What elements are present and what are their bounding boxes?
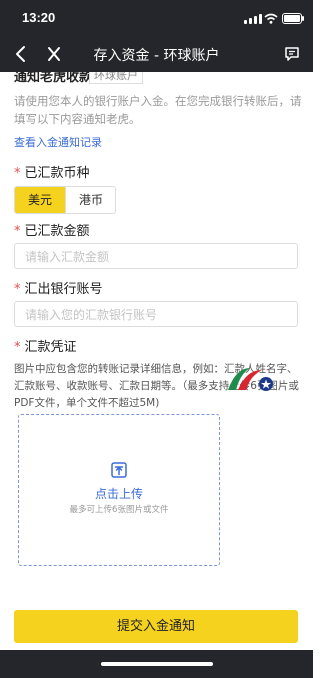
bank-account-label: * 汇出银行账号: [14, 278, 103, 297]
chat-icon[interactable]: [284, 46, 300, 62]
required-mark: *: [14, 166, 21, 181]
amount-label-text: 已汇款金额: [24, 224, 90, 239]
account-tag: 环球账户: [89, 72, 143, 84]
currency-label-text: 已汇款币种: [24, 166, 90, 181]
currency-option-hkd[interactable]: 港币: [65, 187, 115, 213]
required-mark: *: [14, 282, 21, 297]
upload-icon: [111, 462, 127, 478]
page-title: 存入资金 - 环球账户: [93, 48, 220, 64]
home-indicator-area: [0, 650, 313, 678]
amount-label: * 已汇款金额: [14, 220, 90, 239]
status-time: 13:20: [22, 10, 56, 25]
battery-icon: [282, 13, 304, 24]
upload-area[interactable]: 点击上传 最多可上传6张图片或文件: [18, 414, 220, 566]
bank-account-label-text: 汇出银行账号: [24, 282, 103, 297]
wifi-icon: [264, 13, 278, 24]
watermark-logo: [228, 368, 273, 391]
home-indicator[interactable]: [101, 662, 213, 666]
nav-bar: 存入资金 - 环球账户: [0, 36, 313, 72]
voucher-label-text: 汇款凭证: [24, 340, 77, 355]
back-icon[interactable]: [13, 45, 29, 63]
required-mark: *: [14, 340, 21, 355]
bank-account-input[interactable]: 请输入您的汇款银行账号: [14, 301, 298, 327]
section-title: 通知老虎收款: [14, 72, 93, 85]
currency-label: * 已汇款币种: [14, 162, 90, 181]
deposit-history-link[interactable]: 查看入金通知记录: [14, 134, 102, 150]
submit-button[interactable]: 提交入金通知: [14, 610, 298, 643]
upload-hint: 最多可上传6张图片或文件: [69, 505, 169, 515]
submit-bar: 提交入金通知: [0, 602, 313, 650]
voucher-label: * 汇款凭证: [14, 336, 77, 355]
form-content: 通知老虎收款 环球账户 请使用您本人的银行账户入金。在您完成银行转账后，请填写以…: [0, 72, 313, 602]
currency-selector: 美元 港币: [14, 186, 116, 214]
required-mark: *: [14, 224, 21, 239]
signal-icon: [244, 14, 262, 24]
amount-input[interactable]: 请输入汇款金额: [14, 243, 298, 269]
notice-text: 请使用您本人的银行账户入金。在您完成银行转账后，请填写以下内容通知老虎。: [14, 94, 302, 126]
upload-button-label: 点击上传: [94, 487, 143, 501]
status-bar: 13:20: [0, 0, 313, 36]
currency-option-usd[interactable]: 美元: [15, 187, 65, 213]
